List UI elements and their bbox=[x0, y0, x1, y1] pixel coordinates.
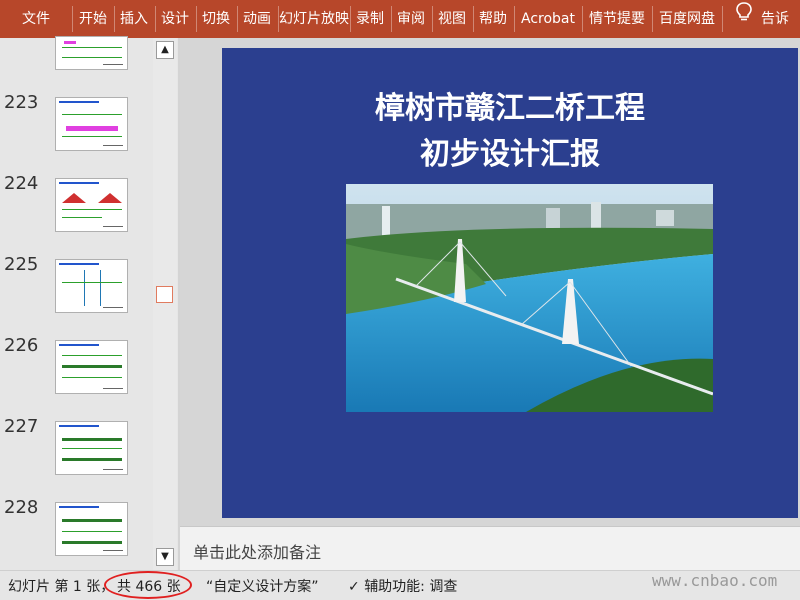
thumb-graphic bbox=[62, 438, 122, 441]
thumb-graphic bbox=[103, 388, 123, 389]
thumb-graphic bbox=[62, 365, 122, 368]
thumb-graphic bbox=[100, 270, 101, 306]
thumb-graphic bbox=[84, 270, 85, 306]
tab-transitions[interactable]: 切换 bbox=[197, 0, 235, 38]
thumb-graphic bbox=[103, 226, 123, 227]
thumb-graphic bbox=[62, 136, 122, 137]
thumb-graphic bbox=[62, 282, 122, 283]
watermark-text: www.cnbao.com bbox=[652, 571, 778, 590]
thumb-graphic bbox=[62, 531, 122, 532]
thumb-graphic bbox=[62, 458, 122, 461]
thumb-graphic bbox=[59, 506, 99, 508]
tab-animations[interactable]: 动画 bbox=[238, 0, 276, 38]
thumb-graphic bbox=[59, 344, 99, 346]
tab-acrobat[interactable]: Acrobat bbox=[515, 0, 581, 38]
thumb-graphic bbox=[62, 57, 122, 58]
notes-placeholder: 单击此处添加备注 bbox=[193, 543, 322, 562]
thumb-graphic bbox=[62, 377, 122, 378]
thumb-graphic bbox=[59, 182, 99, 184]
scroll-thumb[interactable] bbox=[156, 286, 173, 303]
slide-title-line1: 樟树市赣江二桥工程 bbox=[375, 91, 645, 126]
thumb-graphic bbox=[64, 41, 76, 44]
slide-number: 223 bbox=[4, 92, 39, 113]
slide-number: 228 bbox=[4, 497, 39, 518]
scroll-down-button[interactable]: ▼ bbox=[156, 548, 174, 566]
thumb-graphic bbox=[62, 541, 122, 544]
current-slide[interactable]: 樟树市赣江二桥工程 初步设计汇报 bbox=[222, 48, 798, 518]
tab-slideshow[interactable]: 幻灯片放映 bbox=[279, 0, 349, 38]
accessibility-status[interactable]: ✓ 辅助功能: 调查 bbox=[348, 576, 457, 596]
slide-thumbnail[interactable] bbox=[55, 421, 128, 475]
tab-design[interactable]: 设计 bbox=[156, 0, 194, 38]
thumb-graphic bbox=[62, 193, 122, 203]
thumb-graphic bbox=[103, 550, 123, 551]
thumb-graphic bbox=[62, 209, 122, 210]
slide-thumbnail[interactable] bbox=[55, 259, 128, 313]
thumb-graphic bbox=[62, 217, 102, 218]
thumb-graphic bbox=[66, 126, 118, 131]
slide-title[interactable]: 樟树市赣江二桥工程 初步设计汇报 bbox=[222, 86, 798, 178]
ribbon-tab-bar: 文件 开始 插入 设计 切换 动画 幻灯片放映 录制 审阅 视图 帮助 Acro… bbox=[0, 0, 800, 65]
thumb-graphic bbox=[62, 114, 122, 115]
slide-number: 227 bbox=[4, 416, 39, 437]
red-highlight-circle bbox=[104, 571, 192, 599]
slide-number: 226 bbox=[4, 335, 39, 356]
thumb-graphic bbox=[103, 307, 123, 308]
thumb-graphic bbox=[59, 263, 99, 265]
tab-insert[interactable]: 插入 bbox=[115, 0, 153, 38]
scroll-up-button[interactable]: ▲ bbox=[156, 41, 174, 59]
tab-baidu-netdisk[interactable]: 百度网盘 bbox=[653, 0, 721, 38]
notes-pane[interactable]: 单击此处添加备注 bbox=[180, 526, 800, 571]
thumb-graphic bbox=[103, 145, 123, 146]
thumb-graphic bbox=[62, 355, 122, 356]
tab-storyboard[interactable]: 情节提要 bbox=[583, 0, 651, 38]
slide-number: 225 bbox=[4, 254, 39, 275]
slide-thumbnail[interactable] bbox=[55, 502, 128, 556]
slide-position-label: 幻灯片 第 1 张， bbox=[8, 579, 115, 595]
tab-file[interactable]: 文件 bbox=[2, 0, 70, 38]
thumb-graphic bbox=[62, 519, 122, 522]
tab-view[interactable]: 视图 bbox=[433, 0, 471, 38]
slide-editor-area: 樟树市赣江二桥工程 初步设计汇报 bbox=[180, 38, 800, 526]
tab-divider bbox=[722, 6, 723, 32]
accessibility-label: 辅助功能: 调查 bbox=[364, 579, 458, 595]
lightbulb-icon bbox=[735, 0, 753, 38]
thumbnails-scrollbar[interactable]: ▲ ▼ bbox=[153, 38, 177, 570]
tab-record[interactable]: 录制 bbox=[351, 0, 389, 38]
accessibility-icon: ✓ bbox=[348, 579, 360, 595]
slide-thumbnail[interactable] bbox=[55, 340, 128, 394]
slide-thumbnail[interactable] bbox=[55, 36, 128, 70]
tab-home[interactable]: 开始 bbox=[73, 0, 113, 38]
thumb-graphic bbox=[62, 448, 122, 449]
thumb-graphic bbox=[103, 64, 123, 65]
thumb-graphic bbox=[103, 469, 123, 470]
slide-thumbnail[interactable] bbox=[55, 178, 128, 232]
tab-help[interactable]: 帮助 bbox=[474, 0, 512, 38]
tell-me-search[interactable]: 告诉我 bbox=[735, 0, 800, 65]
tab-review[interactable]: 审阅 bbox=[392, 0, 430, 38]
slide-number: 224 bbox=[4, 173, 39, 194]
theme-name[interactable]: “自定义设计方案” bbox=[206, 576, 319, 596]
thumb-graphic bbox=[59, 101, 99, 103]
thumb-graphic bbox=[62, 47, 122, 48]
slide-title-line2: 初步设计汇报 bbox=[420, 137, 600, 172]
thumb-graphic bbox=[59, 425, 99, 427]
slide-thumbnail[interactable] bbox=[55, 97, 128, 151]
bridge-rendering-image[interactable] bbox=[346, 184, 713, 412]
